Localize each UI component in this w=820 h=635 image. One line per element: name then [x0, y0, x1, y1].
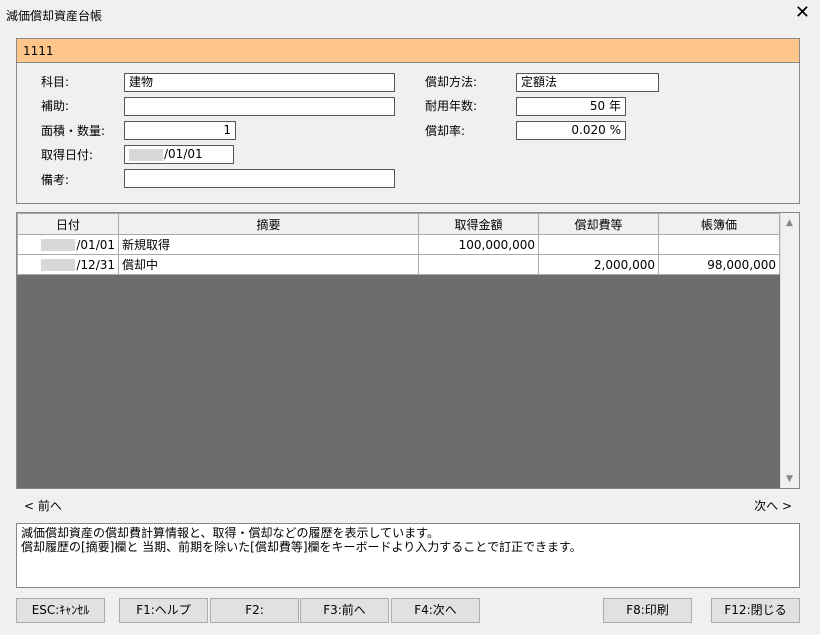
esc-cancel-button[interactable]: ESC:ｷｬﾝｾﾙ: [16, 598, 105, 623]
close-icon[interactable]: ✕: [795, 3, 810, 23]
col-summary-header[interactable]: 摘要: [118, 213, 419, 235]
cell-summary[interactable]: 償却中: [118, 254, 419, 275]
f3-prev-button[interactable]: F3:前へ: [300, 598, 389, 623]
asset-code-bar: 1111: [17, 39, 799, 63]
table-row[interactable]: /01/01 新規取得 100,000,000: [17, 234, 780, 255]
next-link[interactable]: 次へ >: [754, 497, 792, 514]
scroll-up-icon[interactable]: ▲: [786, 218, 793, 228]
shutoku-label: 取得日付:: [41, 148, 94, 162]
f8-print-button[interactable]: F8:印刷: [603, 598, 692, 623]
title-bar: 減価償却資産台帳 ✕: [0, 0, 820, 30]
cell-acquisition: 100,000,000: [418, 234, 539, 255]
col-acquisition-header[interactable]: 取得金額: [418, 213, 539, 235]
cell-book-value: 98,000,000: [658, 254, 780, 275]
kamoku-field[interactable]: 建物: [124, 73, 395, 92]
kamoku-label: 科目:: [41, 75, 70, 89]
f1-help-button[interactable]: F1:ヘルプ: [119, 598, 208, 623]
years-field[interactable]: 50 年: [516, 97, 626, 116]
f12-close-button[interactable]: F12:閉じる: [711, 598, 800, 623]
asset-code: 1111: [23, 44, 54, 58]
f2-button[interactable]: F2:: [210, 598, 299, 623]
cell-depreciation[interactable]: 2,000,000: [538, 254, 659, 275]
asset-info-panel: 1111 科目: 建物 補助: 面積・数量: 1 取得日付: /01/01 備考…: [16, 38, 800, 204]
col-depreciation-header[interactable]: 償却費等: [538, 213, 659, 235]
cell-summary[interactable]: 新規取得: [118, 234, 419, 255]
hojo-label: 補助:: [41, 99, 70, 113]
date-value: /12/31: [76, 257, 115, 272]
history-grid: 日付 摘要 取得金額 償却費等 帳簿価 /01/01 新規取得 100,000,…: [16, 212, 800, 489]
date-value: /01/01: [76, 237, 115, 252]
vertical-scrollbar[interactable]: ▲ ▼: [780, 213, 799, 488]
f4-next-button[interactable]: F4:次へ: [391, 598, 480, 623]
cell-acquisition: [418, 254, 539, 275]
rate-label: 償却率:: [425, 124, 466, 138]
method-label: 償却方法:: [425, 75, 478, 89]
history-table: 日付 摘要 取得金額 償却費等 帳簿価 /01/01 新規取得 100,000,…: [17, 213, 780, 275]
table-header-row: 日付 摘要 取得金額 償却費等 帳簿価: [17, 213, 780, 235]
hojo-field[interactable]: [124, 97, 395, 116]
info-line-2: 償却履歴の[摘要]欄と 当期、前期を除いた[償却費等]欄をキーボードより入力する…: [21, 540, 582, 554]
biko-field[interactable]: [124, 169, 395, 188]
biko-label: 備考:: [41, 173, 70, 187]
table-row[interactable]: /12/31 償却中 2,000,000 98,000,000: [17, 254, 780, 275]
cell-book-value: [658, 234, 780, 255]
masked-year: [41, 259, 76, 271]
menseki-label: 面積・数量:: [41, 124, 106, 138]
menseki-field[interactable]: 1: [124, 121, 236, 140]
cell-date: /01/01: [17, 234, 119, 255]
shutoku-value: /01/01: [164, 147, 203, 161]
cell-date: /12/31: [17, 254, 119, 275]
masked-year: [41, 239, 76, 251]
rate-field[interactable]: 0.020 %: [516, 121, 626, 140]
info-line-1: 減価償却資産の償却費計算情報と、取得・償却などの履歴を表示しています。: [21, 526, 439, 540]
col-book-value-header[interactable]: 帳簿価: [658, 213, 780, 235]
prev-link[interactable]: < 前へ: [24, 497, 62, 514]
method-field[interactable]: 定額法: [516, 73, 659, 92]
scroll-down-icon[interactable]: ▼: [786, 474, 793, 484]
years-label: 耐用年数:: [425, 99, 478, 113]
col-date-header[interactable]: 日付: [17, 213, 119, 235]
window-title: 減価償却資産台帳: [6, 9, 103, 23]
masked-year: [129, 148, 163, 161]
info-message-box: 減価償却資産の償却費計算情報と、取得・償却などの履歴を表示しています。 償却履歴…: [16, 523, 800, 588]
cell-depreciation[interactable]: [538, 234, 659, 255]
shutoku-field[interactable]: /01/01: [124, 145, 234, 164]
